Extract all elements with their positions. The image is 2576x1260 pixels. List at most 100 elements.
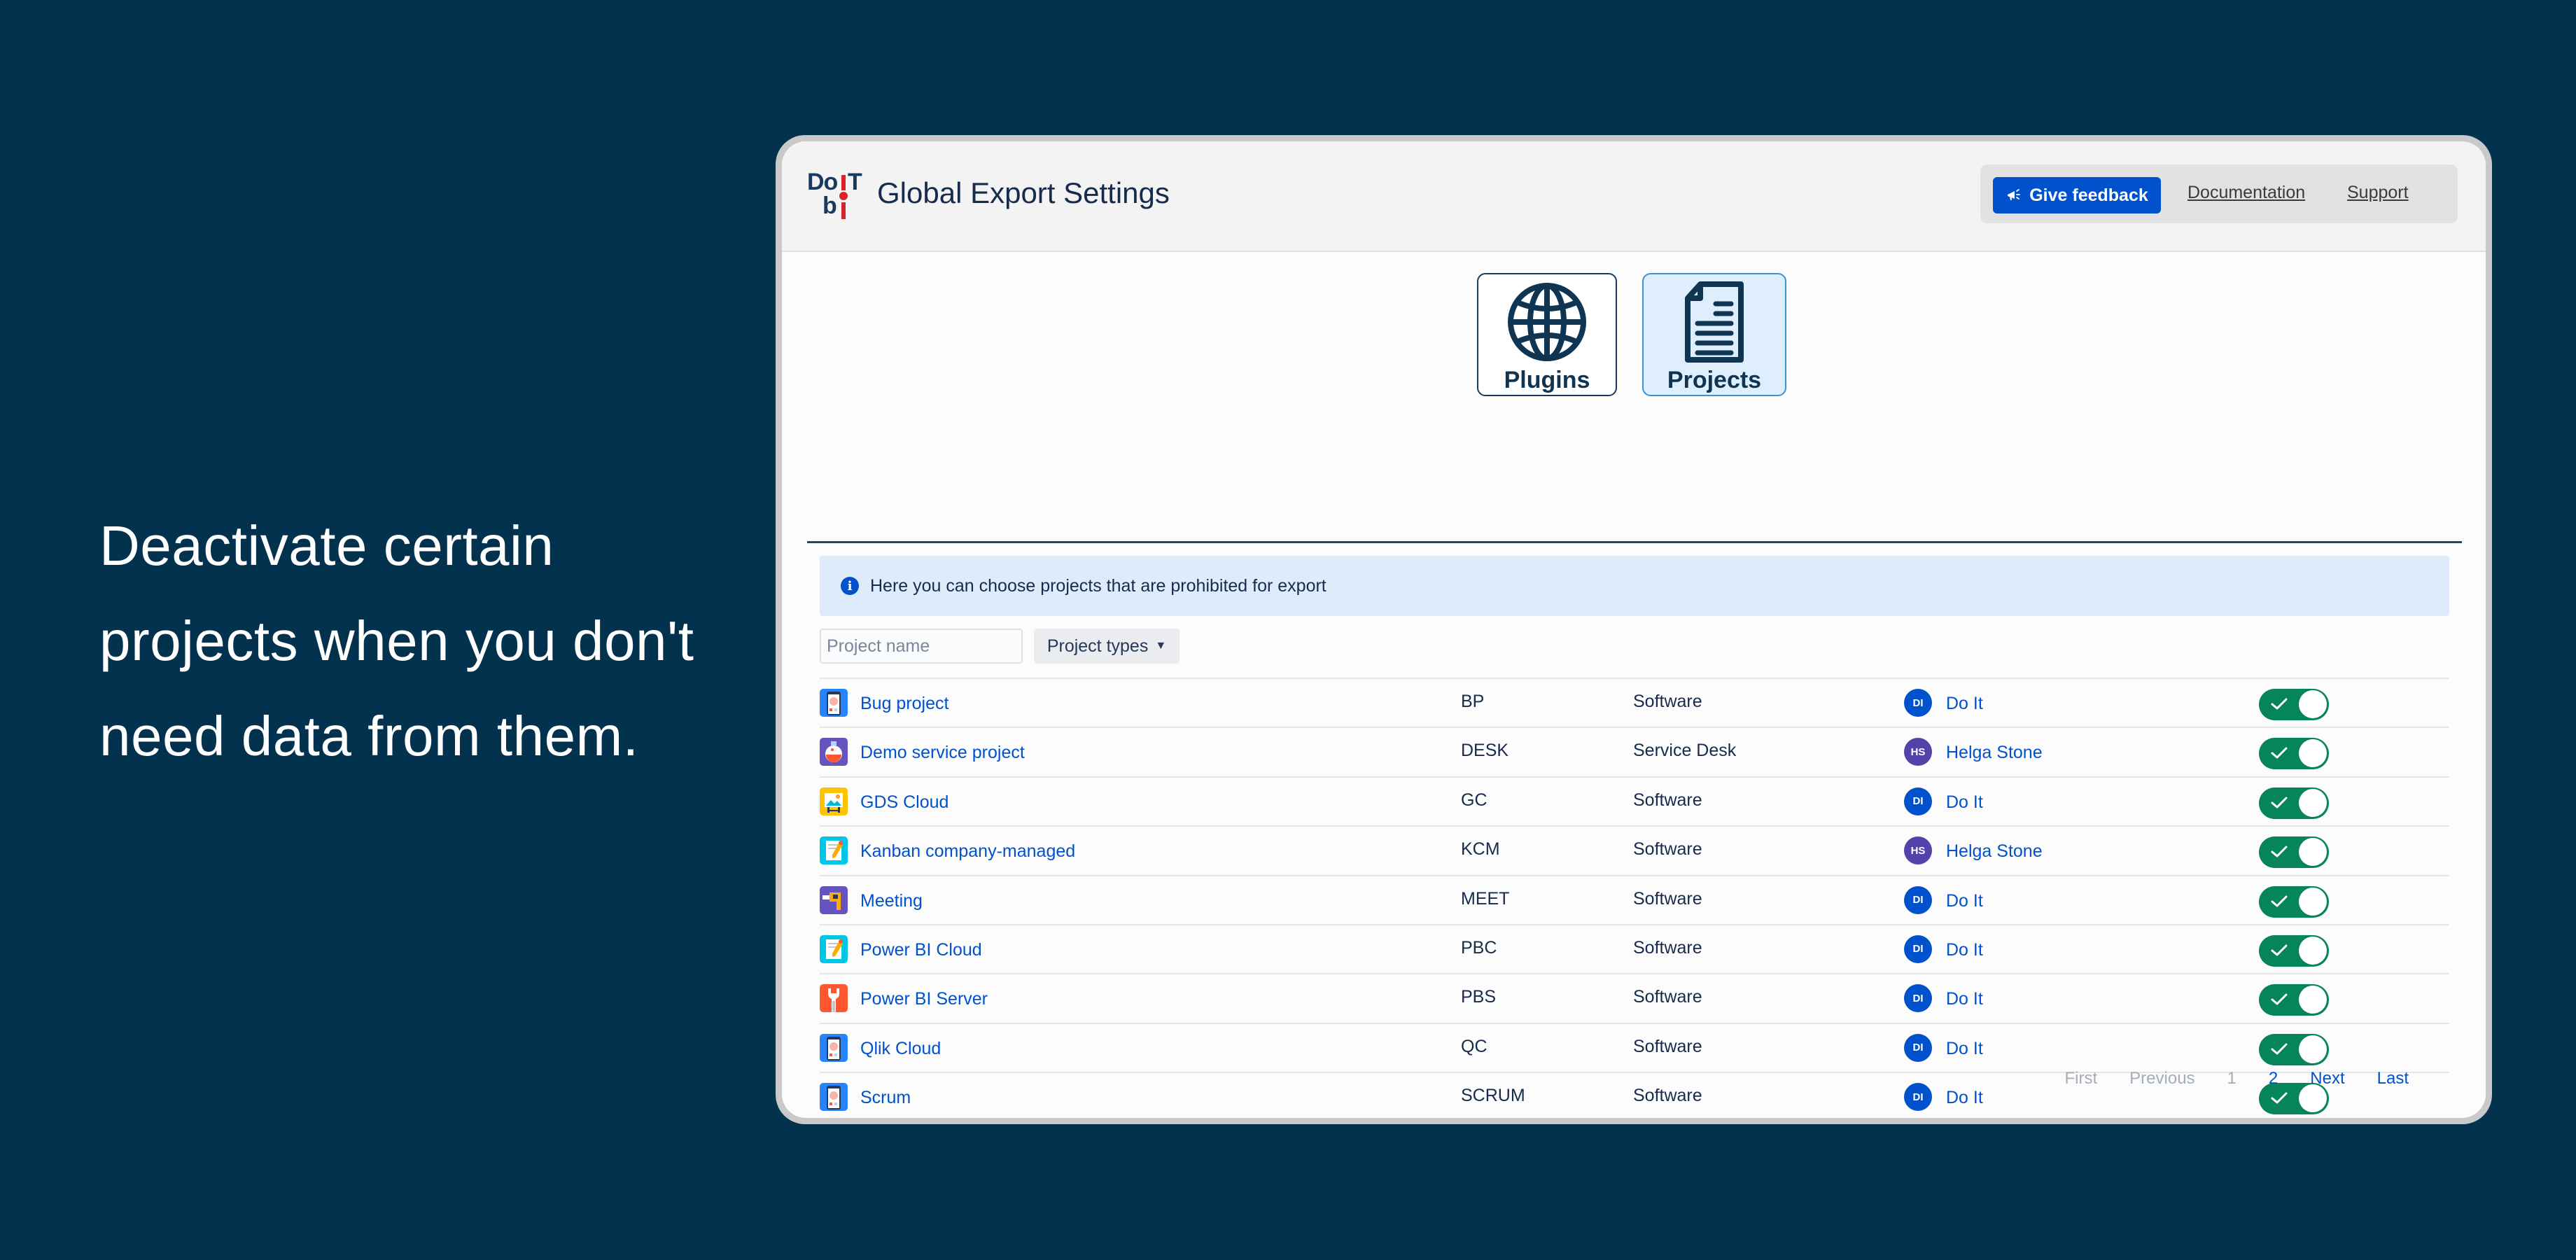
project-name-link[interactable]: Power BI Server [860, 989, 988, 1009]
project-name-link[interactable]: Power BI Cloud [860, 940, 982, 960]
flask-icon [820, 738, 848, 766]
project-type: Software [1633, 888, 1702, 909]
header: Do T b Global Export Settings Give feedb… [782, 141, 2486, 252]
avatar: DI [1904, 689, 1932, 717]
tab-projects[interactable]: Projects [1642, 273, 1786, 396]
export-toggle[interactable] [2259, 1033, 2329, 1065]
project-lead-link[interactable]: Do It [1946, 792, 1983, 813]
table-row: Meeting MEET Software DI Do It [820, 874, 2449, 924]
pagination-first[interactable]: First [2065, 1069, 2098, 1088]
tagline: Deactivate certain projects when you don… [99, 498, 771, 784]
info-banner: i Here you can choose projects that are … [820, 556, 2449, 616]
chevron-down-icon: ▼ [1155, 640, 1167, 652]
avatar: DI [1904, 1033, 1932, 1062]
toggle-knob [2299, 690, 2327, 718]
check-icon [2271, 698, 2288, 710]
project-key: MEET [1461, 888, 1510, 909]
easel-icon [820, 787, 848, 816]
logo-text: b [822, 192, 837, 219]
logo-text: Do [807, 169, 838, 195]
project-key: KCM [1461, 839, 1500, 860]
drill-icon [820, 886, 848, 914]
page-title: Global Export Settings [877, 176, 1170, 209]
app-window: Do T b Global Export Settings Give feedb… [782, 141, 2486, 1118]
check-icon [2271, 1092, 2288, 1104]
toggle-knob [2299, 788, 2327, 817]
project-types-dropdown[interactable]: Project types ▼ [1034, 629, 1180, 664]
toggle-knob [2299, 838, 2327, 867]
project-lead-link[interactable]: Do It [1946, 891, 1983, 911]
export-toggle[interactable] [2259, 689, 2329, 720]
documentation-link[interactable]: Documentation [2188, 183, 2305, 203]
notepad-icon [820, 836, 848, 865]
give-feedback-button[interactable]: Give feedback [1993, 177, 2161, 214]
toggle-knob [2299, 1084, 2327, 1113]
info-banner-text: Here you can choose projects that are pr… [870, 575, 1326, 596]
project-key: BP [1461, 692, 1485, 711]
table-row: Power BI Server PBS Software DI Do It [820, 973, 2449, 1022]
tagline-line: need data from them. [99, 705, 639, 767]
pagination-page-1[interactable]: 1 [2227, 1069, 2236, 1088]
project-key: SCRUM [1461, 1086, 1525, 1106]
avatar: DI [1904, 934, 1932, 963]
project-lead-link[interactable]: Helga Stone [1946, 841, 2043, 862]
toggle-knob [2299, 887, 2327, 916]
export-toggle[interactable] [2259, 738, 2329, 770]
export-toggle[interactable] [2259, 787, 2329, 819]
project-name-input[interactable] [820, 629, 1023, 664]
export-toggle[interactable] [2259, 836, 2329, 869]
export-toggle[interactable] [2259, 934, 2329, 967]
logo-text: T [848, 169, 862, 195]
globe-icon [1508, 283, 1586, 361]
bug-phone-icon [820, 1033, 848, 1062]
project-lead-link[interactable]: Do It [1946, 1088, 1983, 1108]
export-toggle[interactable] [2259, 984, 2329, 1016]
tab-bar: Plugins Projects [782, 266, 2486, 420]
check-icon [2271, 1043, 2288, 1055]
project-type: Software [1633, 987, 1702, 1007]
table-row: Demo service project DESK Service Desk H… [820, 727, 2449, 776]
tab-plugins[interactable]: Plugins [1477, 273, 1617, 396]
tagline-line: Deactivate certain [99, 514, 554, 577]
project-type: Software [1633, 1086, 1702, 1106]
project-lead-link[interactable]: Do It [1946, 694, 1983, 714]
project-lead-link[interactable]: Helga Stone [1946, 743, 2043, 763]
export-toggle[interactable] [2259, 886, 2329, 918]
project-name-link[interactable]: Meeting [860, 891, 923, 911]
avatar: DI [1904, 787, 1932, 816]
app-window-frame: Do T b Global Export Settings Give feedb… [776, 135, 2492, 1124]
bug-phone-icon [820, 689, 848, 717]
pagination-page-2[interactable]: 2 [2269, 1069, 2278, 1088]
table-row: Bug project BP Software DI Do It [820, 678, 2449, 727]
toggle-knob [2299, 1035, 2327, 1063]
table-row: GDS Cloud GC Software DI Do It [820, 776, 2449, 825]
pagination-next[interactable]: Next [2310, 1069, 2344, 1088]
project-lead-link[interactable]: Do It [1946, 989, 1983, 1009]
table-row: Power BI Cloud PBC Software DI Do It [820, 923, 2449, 973]
project-key: PBS [1461, 987, 1497, 1007]
support-link[interactable]: Support [2347, 183, 2409, 203]
info-icon: i [841, 577, 859, 595]
project-type: Service Desk [1633, 741, 1737, 761]
tab-projects-label: Projects [1667, 367, 1762, 393]
project-lead-link[interactable]: Do It [1946, 940, 1983, 960]
project-type: Software [1633, 839, 1702, 860]
project-lead-link[interactable]: Do It [1946, 1039, 1983, 1059]
project-name-link[interactable]: Kanban company-managed [860, 841, 1075, 862]
projects-table: Bug project BP Software DI Do It Demo se… [820, 678, 2449, 1118]
pagination-previous[interactable]: Previous [2129, 1069, 2194, 1088]
project-name-link[interactable]: Qlik Cloud [860, 1039, 941, 1059]
table-row: Kanban company-managed KCM Software HS H… [820, 825, 2449, 874]
project-name-link[interactable]: Bug project [860, 694, 948, 714]
project-key: PBC [1461, 937, 1497, 958]
project-name-link[interactable]: Scrum [860, 1088, 911, 1108]
toggle-knob [2299, 986, 2327, 1014]
project-name-link[interactable]: GDS Cloud [860, 792, 948, 813]
wrench-icon [820, 984, 848, 1013]
project-name-link[interactable]: Demo service project [860, 743, 1025, 763]
header-actions: Give feedback Documentation Support [1980, 164, 2458, 223]
check-icon [2271, 797, 2288, 808]
pagination-last[interactable]: Last [2377, 1069, 2409, 1088]
document-icon [1685, 281, 1744, 363]
give-feedback-label: Give feedback [2029, 185, 2148, 205]
